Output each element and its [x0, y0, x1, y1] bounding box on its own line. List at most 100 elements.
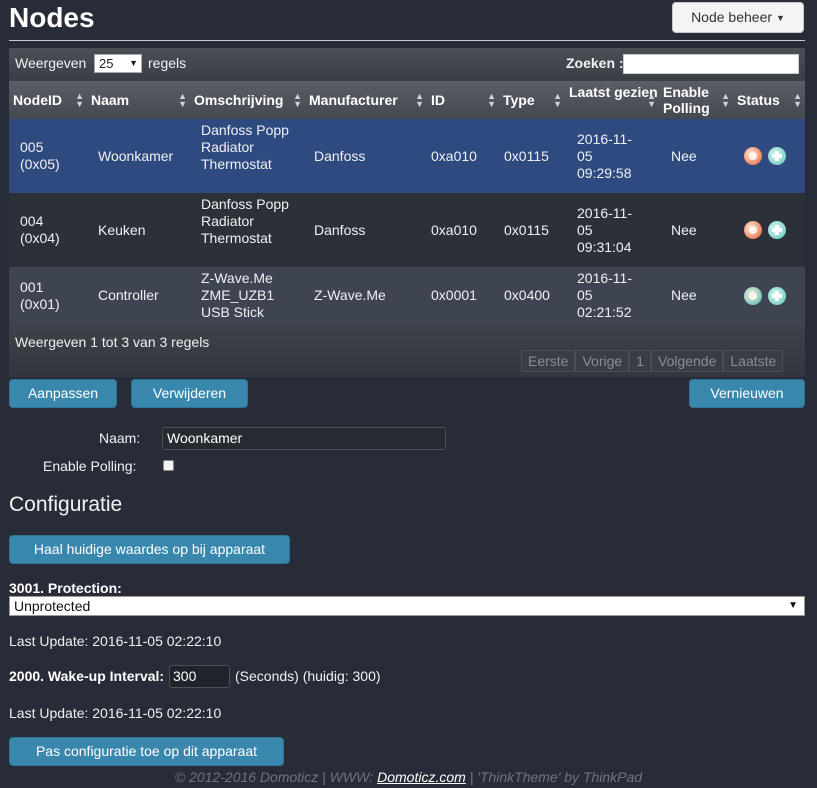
- state-icon-core: [749, 226, 757, 234]
- column-header[interactable]: Laatst gezien ▲ ▼: [565, 81, 659, 119]
- protection-label: 3001. Protection:: [9, 580, 122, 596]
- column-header[interactable]: Status ▲ ▼: [733, 81, 805, 119]
- page-length-value: 25: [99, 56, 114, 71]
- cell-last-seen: 2016-11-05 02:21:52: [577, 270, 633, 320]
- state-icon-core: [749, 292, 757, 300]
- table-toolbar: Weergeven 25 ▼ regels Zoeken :: [9, 48, 805, 80]
- column-header[interactable]: Enable Polling ▲ ▼: [659, 81, 733, 119]
- add-node-icon[interactable]: [768, 147, 786, 165]
- polling-checkbox[interactable]: [163, 460, 174, 471]
- cell-type: 0x0115: [504, 148, 549, 164]
- plus-bar: [775, 225, 779, 235]
- table-footer: Weergeven 1 tot 3 van 3 regels Eerste Vo…: [9, 324, 805, 377]
- name-input[interactable]: Woonkamer: [162, 427, 446, 450]
- wakeup-suffix: (Seconds) (huidig: 300): [235, 668, 381, 684]
- table-row[interactable]: 005 (0x05) Woonkamer Danfoss Popp Radiator…: [9, 119, 805, 193]
- cell-name: Woonkamer: [98, 148, 174, 164]
- plus-bar: [775, 291, 779, 301]
- page-number-button[interactable]: 1: [629, 350, 651, 372]
- awake-state-icon: [744, 287, 762, 305]
- footer-suffix: | 'ThinkTheme' by ThinkPad: [465, 769, 643, 785]
- cell-node-id: 005 (0x05): [20, 139, 60, 172]
- column-header-label: Naam: [91, 92, 130, 108]
- sort-icon: ▲ ▼: [793, 91, 802, 109]
- apply-config-button[interactable]: Pas configuratie toe op dit apparaat: [9, 737, 284, 766]
- cell-last-seen: 2016-11-05 09:31:04: [577, 205, 633, 255]
- state-icon-core: [749, 152, 757, 160]
- column-header-label: Type: [503, 92, 535, 108]
- sort-icon: ▲ ▼: [293, 91, 302, 109]
- sort-icon: ▲ ▼: [487, 91, 496, 109]
- select-arrow-icon: ▼: [788, 600, 798, 611]
- page-next-button[interactable]: Volgende: [650, 350, 724, 372]
- column-header-label: Status: [737, 92, 780, 108]
- refresh-button[interactable]: Vernieuwen: [689, 379, 805, 408]
- page-last-button[interactable]: Laatste: [723, 350, 784, 372]
- sort-icon: ▲ ▼: [75, 91, 84, 109]
- node-menu-label: Node beheer: [691, 9, 773, 25]
- sort-icon: ▲ ▼: [647, 91, 656, 109]
- cell-description: Danfoss Popp Radiator Thermostat: [201, 122, 289, 172]
- table-row[interactable]: 001 (0x01) Controller Z-Wave.Me ZME_UZB1 U…: [9, 267, 805, 324]
- sort-icon: ▲ ▼: [415, 91, 424, 109]
- table-header: NodeID ▲ ▼ Naam ▲ ▼ Omschrijving ▲ ▼ Manufacturer…: [9, 81, 805, 119]
- page-title: Nodes: [9, 2, 95, 33]
- cell-manufacturer: Z-Wave.Me: [314, 287, 386, 303]
- column-header[interactable]: Type ▲ ▼: [499, 81, 565, 119]
- protection-last-update: Last Update: 2016-11-05 02:22:10: [9, 633, 222, 649]
- search-label: Zoeken :: [566, 55, 624, 71]
- column-header[interactable]: ID ▲ ▼: [427, 81, 499, 119]
- column-header-label: Manufacturer: [309, 92, 398, 108]
- column-header[interactable]: NodeID ▲ ▼: [9, 81, 87, 119]
- wakeup-last-update: Last Update: 2016-11-05 02:22:10: [9, 705, 222, 721]
- page-prev-button[interactable]: Vorige: [575, 350, 630, 372]
- cell-manufacturer: Danfoss: [314, 148, 366, 164]
- table-row[interactable]: 004 (0x04) Keuken Danfoss Popp Radiator Th…: [9, 193, 805, 267]
- pagination: Eerste Vorige 1 Volgende Laatste: [521, 350, 784, 372]
- cell-last-seen: 2016-11-05 09:29:58: [577, 131, 633, 181]
- column-header[interactable]: Naam ▲ ▼: [87, 81, 190, 119]
- title-divider: [9, 40, 805, 41]
- node-menu-button[interactable]: Node beheer ▼: [672, 2, 804, 33]
- cell-type: 0x0400: [504, 287, 550, 303]
- wakeup-interval-input[interactable]: 300: [169, 665, 230, 688]
- polling-label: Enable Polling:: [43, 458, 137, 474]
- cell-id: 0xa010: [431, 222, 477, 238]
- page-first-button[interactable]: Eerste: [521, 350, 576, 372]
- delete-button[interactable]: Verwijderen: [131, 379, 248, 408]
- cell-polling: Nee: [671, 222, 697, 238]
- wakeup-label: 2000. Wake-up Interval:: [9, 668, 165, 684]
- cell-id: 0x0001: [431, 287, 477, 303]
- protection-select[interactable]: Unprotected ▼: [9, 596, 805, 616]
- footer-link[interactable]: Domoticz.com: [377, 769, 466, 785]
- sort-icon: ▲ ▼: [721, 91, 730, 109]
- column-header[interactable]: Manufacturer ▲ ▼: [305, 81, 427, 119]
- cell-id: 0xa010: [431, 148, 477, 164]
- page-length-select[interactable]: 25 ▼: [94, 54, 142, 73]
- add-node-icon[interactable]: [768, 287, 786, 305]
- cell-manufacturer: Danfoss: [314, 222, 366, 238]
- add-node-icon[interactable]: [768, 221, 786, 239]
- page-footer: © 2012-2016 Domoticz | WWW: Domoticz.com…: [0, 769, 817, 785]
- column-header[interactable]: Omschrijving ▲ ▼: [190, 81, 305, 119]
- sort-icon: ▲ ▼: [553, 91, 562, 109]
- table-info: Weergeven 1 tot 3 van 3 regels: [15, 334, 210, 350]
- cell-polling: Nee: [671, 148, 697, 164]
- column-header-label: ID: [431, 92, 445, 108]
- footer-prefix: © 2012-2016 Domoticz | WWW:: [174, 769, 378, 785]
- cell-name: Controller: [98, 287, 159, 303]
- configuration-title: Configuratie: [9, 493, 123, 516]
- sort-icon: ▲ ▼: [178, 91, 187, 109]
- cell-name: Keuken: [98, 222, 146, 238]
- cell-type: 0x0115: [504, 222, 549, 238]
- plus-bar: [775, 151, 779, 161]
- cell-node-id: 004 (0x04): [20, 213, 60, 246]
- column-header-label: Omschrijving: [194, 92, 284, 108]
- fetch-values-button[interactable]: Haal huidige waardes op bij apparaat: [9, 535, 290, 564]
- caret-down-icon: ▼: [776, 13, 785, 23]
- edit-button[interactable]: Aanpassen: [9, 379, 117, 408]
- cell-description: Danfoss Popp Radiator Thermostat: [201, 196, 289, 246]
- nodes-table: Weergeven 25 ▼ regels Zoeken : NodeID ▲ ▼ N…: [9, 48, 805, 377]
- search-input[interactable]: [623, 54, 799, 74]
- cell-node-id: 001 (0x01): [20, 279, 60, 312]
